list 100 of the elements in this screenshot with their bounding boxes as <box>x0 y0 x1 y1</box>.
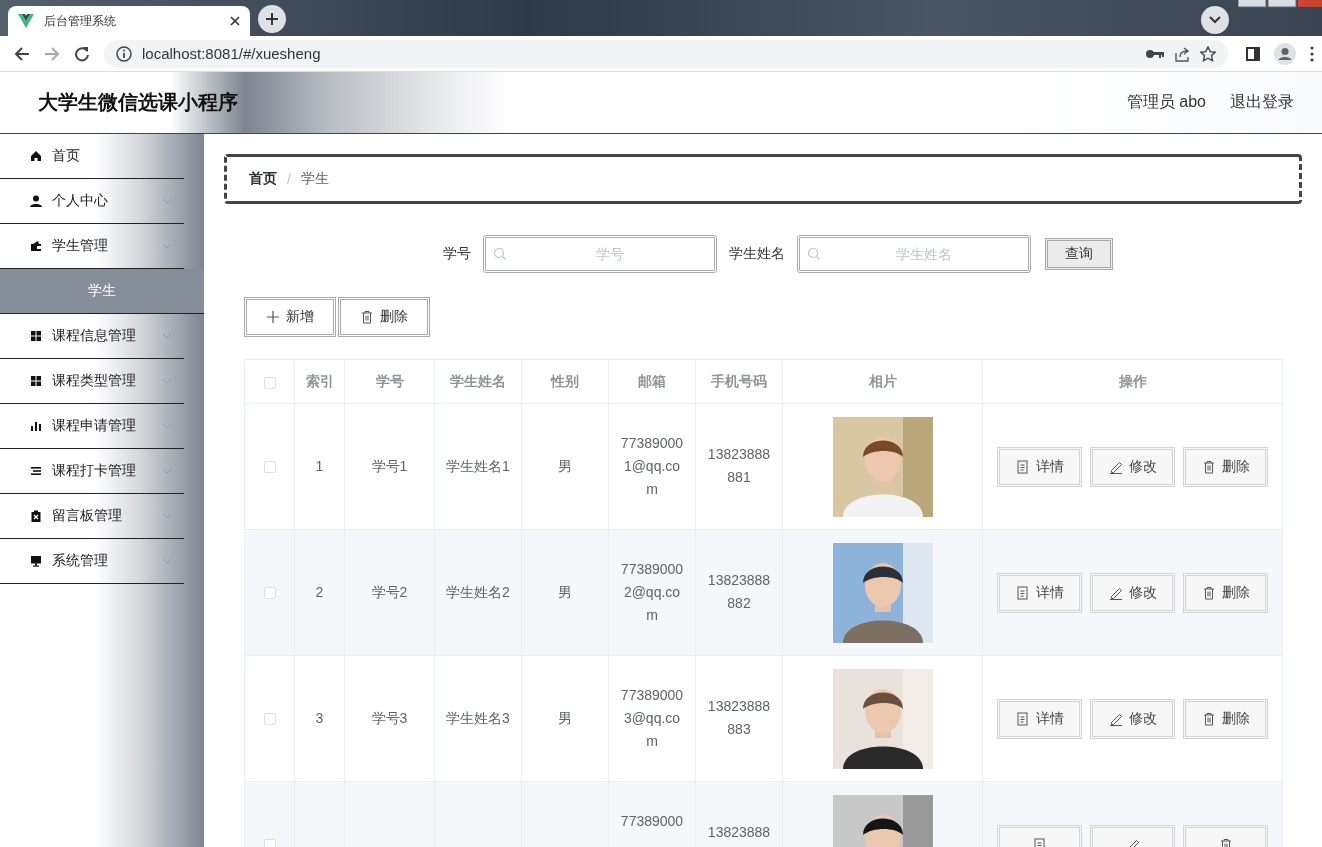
bar-chart-icon <box>30 420 42 432</box>
edit-button[interactable]: 修改 <box>1090 698 1175 739</box>
clipboard-icon <box>30 510 42 522</box>
checkbox[interactable] <box>263 461 276 474</box>
table-cell: 773890001@qq.com <box>608 403 696 530</box>
document-icon <box>1015 585 1030 600</box>
menu-item[interactable]: 留言板管理 <box>0 494 184 539</box>
checkbox[interactable] <box>263 839 276 847</box>
checkbox[interactable] <box>263 376 276 389</box>
table-cell: 13823888 <box>695 781 783 847</box>
pencil-icon <box>1108 711 1123 726</box>
pencil-icon <box>1108 585 1123 600</box>
table-cell: 男 <box>521 529 609 656</box>
edit-button[interactable]: 修改 <box>1090 446 1175 487</box>
table-cell: 学号1 <box>344 403 435 530</box>
table-cell: 1 <box>294 403 345 530</box>
menu-item[interactable]: 课程打卡管理 <box>0 449 184 494</box>
pencil-icon <box>1108 459 1123 474</box>
menu-item[interactable]: 课程信息管理 <box>0 314 184 359</box>
column-header: 操作 <box>982 359 1283 404</box>
document-icon <box>1015 711 1030 726</box>
plus-icon <box>266 310 280 324</box>
chevron-down-icon <box>1209 16 1221 24</box>
menu-dots-icon[interactable] <box>1310 45 1314 62</box>
home-icon <box>30 150 42 162</box>
menu-item[interactable]: 课程申请管理 <box>0 404 184 449</box>
trash-icon <box>1218 837 1233 847</box>
grid-icon <box>30 330 42 342</box>
column-header: 手机号码 <box>695 359 783 404</box>
field-label: 学号 <box>443 245 471 263</box>
column-header: 相片 <box>782 359 983 404</box>
user-name: 管理员 abo <box>1126 92 1206 112</box>
breadcrumb-item: 学生 <box>300 170 329 188</box>
field-label: 学生姓名 <box>729 245 785 263</box>
logout-link[interactable]: 退出登录 <box>1230 92 1294 113</box>
delete-button[interactable]: 删除 <box>338 297 430 337</box>
delete-button[interactable]: 删除 <box>1183 446 1268 487</box>
monitor-icon <box>30 555 42 567</box>
new-tab-button[interactable] <box>258 5 286 33</box>
checkbox[interactable] <box>263 713 276 726</box>
v-logo-icon <box>18 14 34 28</box>
address-bar[interactable]: localhost:8081/#/xuesheng <box>104 39 1228 68</box>
reload-icon[interactable] <box>74 45 90 62</box>
user-icon <box>30 195 42 207</box>
key-icon[interactable] <box>1146 48 1164 59</box>
table-cell: 77389000 <box>608 781 696 847</box>
side-panel-icon[interactable] <box>1246 46 1260 61</box>
table-cell: 13823888883 <box>695 655 783 782</box>
browser-tab[interactable]: 后台管理系统 <box>8 6 250 36</box>
close-icon[interactable] <box>230 16 240 26</box>
trash-icon <box>1201 585 1216 600</box>
table-cell: 773890003@qq.com <box>608 655 696 782</box>
table-cell: 男 <box>521 403 609 530</box>
trash-icon <box>1201 459 1216 474</box>
detail-button[interactable]: 详情 <box>997 698 1082 739</box>
search-icon <box>807 247 821 261</box>
menu-item[interactable]: 系统管理 <box>0 539 184 584</box>
document-icon <box>1015 459 1030 474</box>
edit-button[interactable]: 修改 <box>1090 572 1175 613</box>
table-cell: 773890002@qq.com <box>608 529 696 656</box>
table-cell: 学号3 <box>344 655 435 782</box>
wallet-icon <box>30 240 42 252</box>
column-header: 性别 <box>521 359 609 404</box>
search-icon <box>493 247 507 261</box>
table-cell: 13823888881 <box>695 403 783 530</box>
app-title: 大学生微信选课小程序 <box>38 90 239 115</box>
column-header: 邮箱 <box>608 359 696 404</box>
delete-button[interactable]: 删除 <box>1183 698 1268 739</box>
list-icon <box>30 465 42 477</box>
checkbox[interactable] <box>263 587 276 600</box>
delete-button[interactable]: 删除 <box>1183 572 1268 613</box>
search-button[interactable]: 查询 <box>1045 238 1113 270</box>
detail-button[interactable]: 详情 <box>997 446 1082 487</box>
table-cell: 学生姓名1 <box>434 403 522 530</box>
share-icon[interactable] <box>1174 45 1190 62</box>
table-cell: 学生姓名2 <box>434 529 522 656</box>
info-icon <box>116 45 132 62</box>
back-icon[interactable] <box>14 45 30 62</box>
grid-icon <box>30 375 42 387</box>
menu-item[interactable]: 首页 <box>0 134 184 179</box>
column-header: 学号 <box>344 359 435 404</box>
profile-icon[interactable] <box>1274 42 1296 65</box>
column-header: 学生姓名 <box>434 359 522 404</box>
search-field[interactable]: 学号 <box>483 235 717 273</box>
table-cell: 3 <box>294 655 345 782</box>
table-cell: 13823888882 <box>695 529 783 656</box>
add-button[interactable]: 新增 <box>244 297 336 337</box>
star-icon[interactable] <box>1200 45 1216 62</box>
table-cell: 学号2 <box>344 529 435 656</box>
column-header: 索引 <box>294 359 345 404</box>
table-cell: 男 <box>521 655 609 782</box>
document-icon <box>1032 837 1047 847</box>
trash-icon <box>360 310 374 324</box>
separator: / <box>287 171 291 187</box>
menu-item[interactable]: 课程类型管理 <box>0 359 184 404</box>
search-field[interactable]: 学生姓名 <box>797 235 1031 273</box>
breadcrumb-item[interactable]: 首页 <box>249 170 277 188</box>
detail-button[interactable]: 详情 <box>997 572 1082 613</box>
menu-item[interactable]: 个人中心 <box>0 179 184 224</box>
table-cell: 2 <box>294 529 345 656</box>
